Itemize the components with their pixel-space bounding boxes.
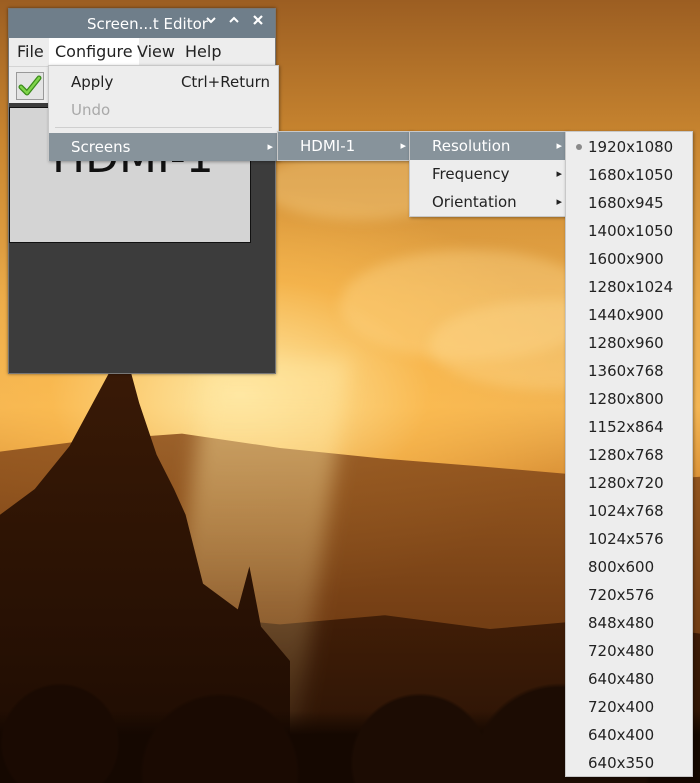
chevron-right-icon: ▸	[267, 140, 273, 153]
resolution-option[interactable]: 640x480	[566, 665, 692, 693]
resolution-option[interactable]: 1024x768	[566, 497, 692, 525]
resolution-label: 1920x1080	[588, 138, 674, 156]
window-menu-button[interactable]	[202, 14, 220, 32]
maximize-button[interactable]	[225, 14, 243, 32]
resolution-label: 640x350	[588, 754, 655, 772]
menu-item-resolution[interactable]: Resolution ▸	[410, 132, 567, 160]
menu-item-apply[interactable]: Apply Ctrl+Return	[49, 68, 278, 96]
shortcut-label: Ctrl+Return	[180, 73, 270, 91]
resolution-label: 1680x1050	[588, 166, 674, 184]
menu-item-screens[interactable]: Screens ▸	[49, 133, 278, 161]
resolution-label: 1280x800	[588, 390, 664, 408]
resolution-label: 1152x864	[588, 418, 664, 436]
resolution-option[interactable]: 720x400	[566, 693, 692, 721]
menu-file[interactable]: File	[11, 38, 50, 66]
menu-configure[interactable]: Configure	[49, 38, 139, 66]
chevron-down-icon	[206, 17, 216, 24]
chevron-right-icon: ▸	[556, 195, 562, 208]
resolution-option[interactable]: 1280x960	[566, 329, 692, 357]
screens-submenu: HDMI-1 ▸	[277, 131, 412, 161]
resolution-option[interactable]: 720x576	[566, 581, 692, 609]
resolution-label: 1280x1024	[588, 278, 674, 296]
menu-help[interactable]: Help	[179, 38, 227, 66]
apply-toolbar-button[interactable]	[16, 72, 44, 100]
resolution-label: 1024x768	[588, 502, 664, 520]
resolution-label: 1360x768	[588, 362, 664, 380]
resolution-option[interactable]: 720x480	[566, 637, 692, 665]
resolution-option[interactable]: 1024x576	[566, 525, 692, 553]
resolution-option[interactable]: 1280x1024	[566, 273, 692, 301]
resolution-option[interactable]: 640x400	[566, 721, 692, 749]
resolution-option[interactable]: 1280x800	[566, 385, 692, 413]
resolution-label: 1280x768	[588, 446, 664, 464]
resolution-label: 800x600	[588, 558, 655, 576]
window-title: Screen...t Editor	[87, 15, 208, 33]
menu-item-hdmi-1[interactable]: HDMI-1 ▸	[278, 132, 411, 160]
close-button[interactable]	[249, 14, 267, 32]
resolution-option[interactable]: 800x600	[566, 553, 692, 581]
resolution-label: 1280x720	[588, 474, 664, 492]
radio-selected-icon	[576, 144, 582, 150]
resolution-option[interactable]: 640x350	[566, 749, 692, 777]
menu-view[interactable]: View	[131, 38, 181, 66]
resolution-label: 848x480	[588, 614, 655, 632]
resolution-option[interactable]: 1680x1050	[566, 161, 692, 189]
resolution-label: 720x480	[588, 642, 655, 660]
resolution-option[interactable]: 1680x945	[566, 189, 692, 217]
resolution-label: 1680x945	[588, 194, 664, 212]
resolution-option[interactable]: 1280x768	[566, 441, 692, 469]
chevron-right-icon: ▸	[400, 139, 406, 152]
resolution-option[interactable]: 1400x1050	[566, 217, 692, 245]
resolution-option[interactable]: 848x480	[566, 609, 692, 637]
menu-item-orientation[interactable]: Orientation ▸	[410, 188, 567, 216]
menu-bar: File Configure View Help	[9, 38, 275, 67]
resolution-label: 640x400	[588, 726, 655, 744]
resolution-label: 1024x576	[588, 530, 664, 548]
checkmark-icon	[18, 75, 42, 96]
resolution-option[interactable]: 1152x864	[566, 413, 692, 441]
resolution-option[interactable]: 1600x900	[566, 245, 692, 273]
menu-item-undo: Undo	[71, 101, 111, 119]
configure-menu: Apply Ctrl+Return Undo Screens ▸	[48, 65, 279, 161]
resolution-label: 1600x900	[588, 250, 664, 268]
resolution-label: 1440x900	[588, 306, 664, 324]
resolution-option[interactable]: 1280x720	[566, 469, 692, 497]
resolution-label: 720x576	[588, 586, 655, 604]
chevron-up-icon	[229, 16, 239, 23]
hdmi-submenu: Resolution ▸ Frequency ▸ Orientation ▸	[409, 131, 568, 217]
resolution-label: 640x480	[588, 670, 655, 688]
resolution-label: 1400x1050	[588, 222, 674, 240]
chevron-right-icon: ▸	[556, 139, 562, 152]
screen-editor-window: Screen...t Editor File Configure View He…	[8, 8, 276, 374]
menu-item-frequency[interactable]: Frequency ▸	[410, 160, 567, 188]
resolution-option[interactable]: 1360x768	[566, 357, 692, 385]
menu-separator	[55, 127, 272, 128]
resolution-submenu: 1920x1080 1680x1050 1680x945 1400x1050 1600x…	[565, 131, 693, 777]
resolution-option[interactable]: 1920x1080	[566, 133, 692, 161]
title-bar[interactable]: Screen...t Editor	[9, 9, 275, 38]
resolution-label: 720x400	[588, 698, 655, 716]
resolution-option[interactable]: 1440x900	[566, 301, 692, 329]
resolution-label: 1280x960	[588, 334, 664, 352]
chevron-right-icon: ▸	[556, 167, 562, 180]
close-icon	[253, 15, 263, 25]
